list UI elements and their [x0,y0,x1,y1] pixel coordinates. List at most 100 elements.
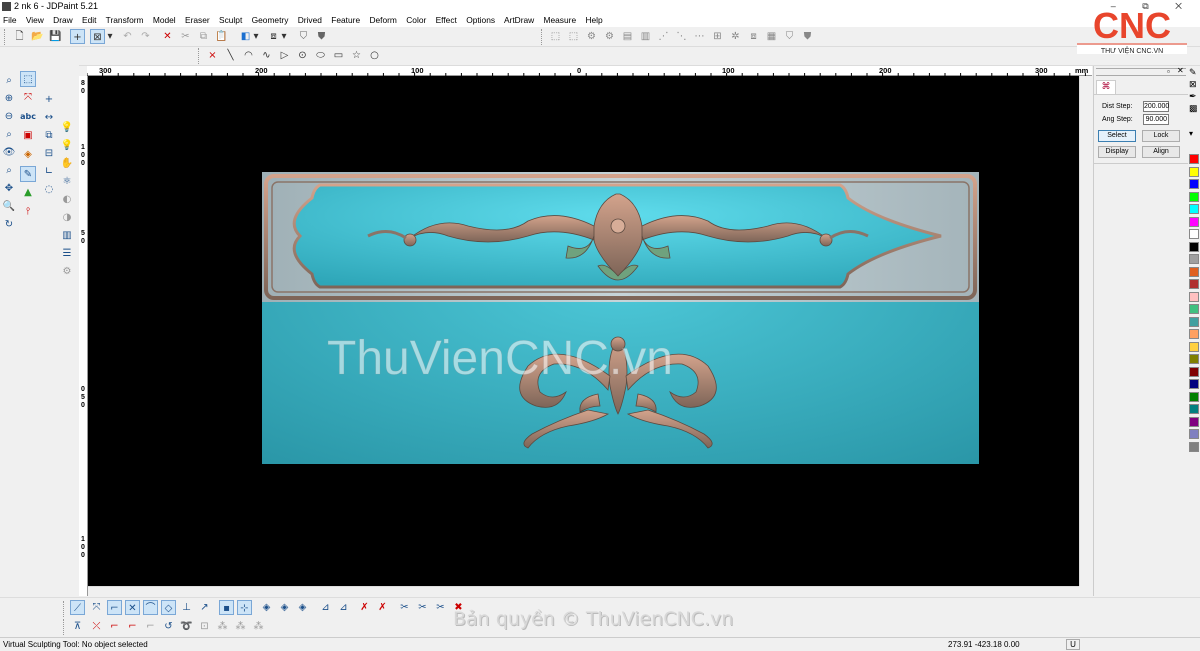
shield-icon[interactable]: ⛉ [296,29,311,44]
align-tool-icon[interactable]: ⊿ [336,600,351,615]
color-swatch[interactable] [1189,316,1199,327]
tool-icon[interactable]: ⧈ [746,29,761,44]
eyedropper-icon[interactable]: ✒ [1189,91,1197,102]
select-rectangle-icon[interactable]: ⬚ [20,71,36,87]
color-swatch[interactable] [1189,254,1199,264]
tool-icon[interactable]: ⚙ [584,29,599,44]
rotate-tool-icon[interactable]: ↺ [161,619,176,634]
diamond-tool-icon[interactable]: ◈ [259,600,274,615]
tool-icon[interactable]: ▦ [764,29,779,44]
rectangle-icon[interactable]: ▭ [331,48,346,63]
new-file-icon[interactable]: 🗋 [12,29,27,44]
vertical-scrollbar[interactable] [1079,76,1089,586]
tangent-icon[interactable]: ↗ [197,600,212,615]
view-eye-icon[interactable]: 👁 [1,145,17,161]
tool-icon[interactable]: ⋰ [656,29,671,44]
diamond-tool-icon[interactable]: ◈ [295,600,310,615]
diamond-icon[interactable]: ◈ [20,147,36,163]
pattern-icon[interactable]: ▩ [1189,103,1198,114]
crosshair-icon[interactable]: + [70,29,85,44]
measure-icon[interactable]: ⊟ [41,146,57,162]
menu-eraser[interactable]: Eraser [185,15,210,25]
toolbar-grip[interactable] [198,48,201,64]
chevron-down-icon[interactable]: ▾ [252,29,260,44]
pan-icon[interactable]: ✥ [1,181,17,197]
color-swatch[interactable] [1189,416,1199,427]
menu-color[interactable]: Color [406,15,426,25]
ang-step-input[interactable]: 90.000 [1143,114,1169,125]
layer-icon[interactable]: ⧈ [266,29,281,44]
rotate-view-icon[interactable]: ↻ [1,217,17,233]
star-icon[interactable]: ☆ [349,48,364,63]
pick-icon[interactable]: ⤧ [20,90,36,106]
color-swatch[interactable] [1189,166,1199,177]
menu-view[interactable]: View [26,15,44,25]
color-swatch[interactable] [1189,291,1199,302]
extend-icon[interactable]: ⊼ [70,619,85,634]
intersect-icon[interactable]: ✕ [125,600,140,615]
snap-node-icon[interactable]: ⊹ [237,600,252,615]
sculpt-brush-icon[interactable]: ✎ [20,166,36,182]
close-icon[interactable]: ✕ [1177,66,1184,75]
toolbar-grip[interactable] [63,601,66,617]
tool-icon[interactable]: ◐ [59,192,75,208]
tool-icon[interactable]: ▥ [638,29,653,44]
cut-tool-icon[interactable]: ✂ [415,600,430,615]
menu-model[interactable]: Model [153,15,176,25]
lasso-icon[interactable]: ◌ [41,182,57,198]
redo-icon[interactable]: ↷ [138,29,153,44]
shield-filled-icon[interactable]: ⛊ [800,29,815,44]
cone-icon[interactable]: ▲ [20,185,36,201]
toolbar-grip[interactable] [4,29,7,45]
zoom-all-icon[interactable]: ⌕ [1,127,17,143]
corner-icon[interactable]: ⌐ [107,600,122,615]
paste-icon[interactable]: 📋 [214,29,229,44]
panel-tab-icon[interactable]: ⌘ [1096,80,1116,94]
color-swatch[interactable] [1189,204,1199,214]
color-swatch[interactable] [1189,354,1199,364]
list-icon[interactable]: ☰ [59,246,75,262]
arc-icon[interactable]: ◠ [241,48,256,63]
copy-icon[interactable]: ⧉ [196,29,211,44]
dist-step-input[interactable]: 200.000 [1143,101,1169,112]
color-swatch[interactable] [1189,191,1199,202]
chevron-down-icon[interactable]: ▾ [280,29,288,44]
menu-drived[interactable]: Drived [298,15,322,25]
color-swatch[interactable] [1189,404,1199,414]
line-icon[interactable]: ╲ [223,48,238,63]
open-folder-icon[interactable]: 📂 [30,29,45,44]
horizontal-scrollbar[interactable] [88,586,1079,597]
color-swatch[interactable] [1189,179,1199,189]
fillet-icon[interactable]: ⌐ [143,619,158,634]
cut-tool-icon[interactable]: ✂ [397,600,412,615]
menu-transform[interactable]: Transform [106,15,144,25]
offset-icon[interactable]: ▣ [20,128,36,144]
color-picker-icon[interactable]: ⚛ [59,174,75,190]
bulb-on-icon[interactable]: 💡 [59,138,75,154]
zoom-in-icon[interactable]: ⊕ [1,91,17,107]
copy-shape-icon[interactable]: ⧉ [41,128,57,144]
point-icon[interactable]: × [205,48,220,63]
color-swatch[interactable] [1189,391,1199,402]
cut-tool-icon[interactable]: ✂ [433,600,448,615]
color-swatch[interactable] [1189,229,1199,239]
ellipse-icon[interactable]: ⬭ [313,48,328,63]
select-button[interactable]: Select [1098,130,1136,142]
spiral-icon[interactable]: ➰ [179,619,194,634]
tool-icon[interactable]: ✲ [728,29,743,44]
menu-measure[interactable]: Measure [544,15,577,25]
shield-filled-icon[interactable]: ⛊ [314,29,329,44]
circle-icon[interactable]: ○ [367,48,382,63]
delete-icon[interactable]: ✕ [160,29,175,44]
angle-icon[interactable]: ∟ [41,164,57,180]
toolbar-grip[interactable] [63,619,66,635]
align-tool-icon[interactable]: ⊿ [318,600,333,615]
chevron-down-icon[interactable]: ▾ [1189,129,1193,138]
fillet-icon[interactable]: ⌒ [143,600,158,615]
menu-feature[interactable]: Feature [331,15,360,25]
chevron-down-icon[interactable]: ▾ [106,29,114,44]
tool-icon[interactable]: ⋯ [692,29,707,44]
tool-icon[interactable]: ⋱ [674,29,689,44]
save-icon[interactable]: 💾 [48,29,63,44]
hand-icon[interactable]: ✋ [59,156,75,172]
